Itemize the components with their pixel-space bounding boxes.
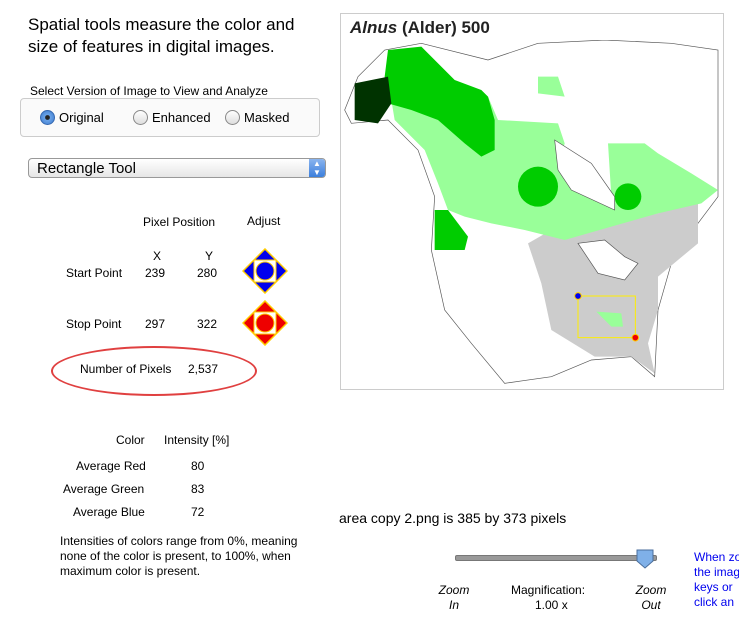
radio-icon <box>225 110 240 125</box>
range-light-arctic <box>538 76 565 97</box>
y-header: Y <box>205 249 214 263</box>
stop-point-label: Stop Point <box>66 317 122 331</box>
start-x: 239 <box>145 266 166 280</box>
radio-label: Original <box>59 110 104 125</box>
map-title: Alnus (Alder) 500 <box>350 18 490 37</box>
avg-blue-label: Average Blue <box>73 505 145 519</box>
range-medium-blob <box>614 183 642 210</box>
start-y: 280 <box>197 266 218 280</box>
stop-point-adjust-control[interactable] <box>242 300 288 346</box>
start-point-label: Start Point <box>66 266 123 280</box>
stop-y: 322 <box>197 317 218 331</box>
zoom-help-text: When zo the imag keys or click an <box>694 550 739 609</box>
range-dark <box>354 76 392 124</box>
stop-x: 297 <box>145 317 166 331</box>
radio-masked[interactable]: Masked <box>225 110 290 125</box>
range-medium-blob <box>518 166 558 207</box>
radio-selected-icon <box>40 110 55 125</box>
radio-label: Enhanced <box>152 110 211 125</box>
tool-select[interactable]: Rectangle Tool ▲ ▼ <box>28 158 326 178</box>
magnification-value: 1.00 x <box>535 598 568 612</box>
avg-blue-value: 72 <box>191 505 205 519</box>
radio-enhanced[interactable]: Enhanced <box>133 110 211 125</box>
zoom-slider-thumb[interactable] <box>636 549 654 569</box>
image-info: area copy 2.png is 385 by 373 pixels <box>339 510 567 526</box>
zoom-out-label: Zoom Out <box>635 583 667 612</box>
intensity-header: Intensity [%] <box>164 433 230 447</box>
start-point-marker[interactable] <box>574 292 582 300</box>
color-header: Color <box>116 433 145 447</box>
avg-red-label: Average Red <box>76 459 146 473</box>
tool-select-value: Rectangle Tool <box>37 160 136 177</box>
pixel-count-value: 2,537 <box>188 362 219 376</box>
radio-label: Masked <box>244 110 290 125</box>
stop-point-marker[interactable] <box>631 333 640 342</box>
zoom-slider-track[interactable] <box>455 555 657 561</box>
avg-red-value: 80 <box>191 459 205 473</box>
adjust-header: Adjust <box>247 214 281 228</box>
zoom-in-label: Zoom In <box>438 583 470 612</box>
x-header: X <box>153 249 162 263</box>
updown-arrow-icon: ▲ ▼ <box>309 159 325 177</box>
avg-green-value: 83 <box>191 482 205 496</box>
radio-original[interactable]: Original <box>40 110 104 125</box>
start-point-adjust-control[interactable] <box>242 248 288 294</box>
radio-icon <box>133 110 148 125</box>
version-label: Select Version of Image to View and Anal… <box>30 84 268 98</box>
pixel-count-label: Number of Pixels <box>80 362 172 376</box>
intensity-note: Intensities of colors range from 0%, mea… <box>60 534 298 578</box>
intro-text: Spatial tools measure the color and size… <box>28 15 295 56</box>
magnification-label: Magnification: <box>511 583 586 597</box>
distribution-map[interactable] <box>341 40 721 386</box>
pixel-position-header: Pixel Position <box>143 215 216 229</box>
avg-green-label: Average Green <box>63 482 145 496</box>
